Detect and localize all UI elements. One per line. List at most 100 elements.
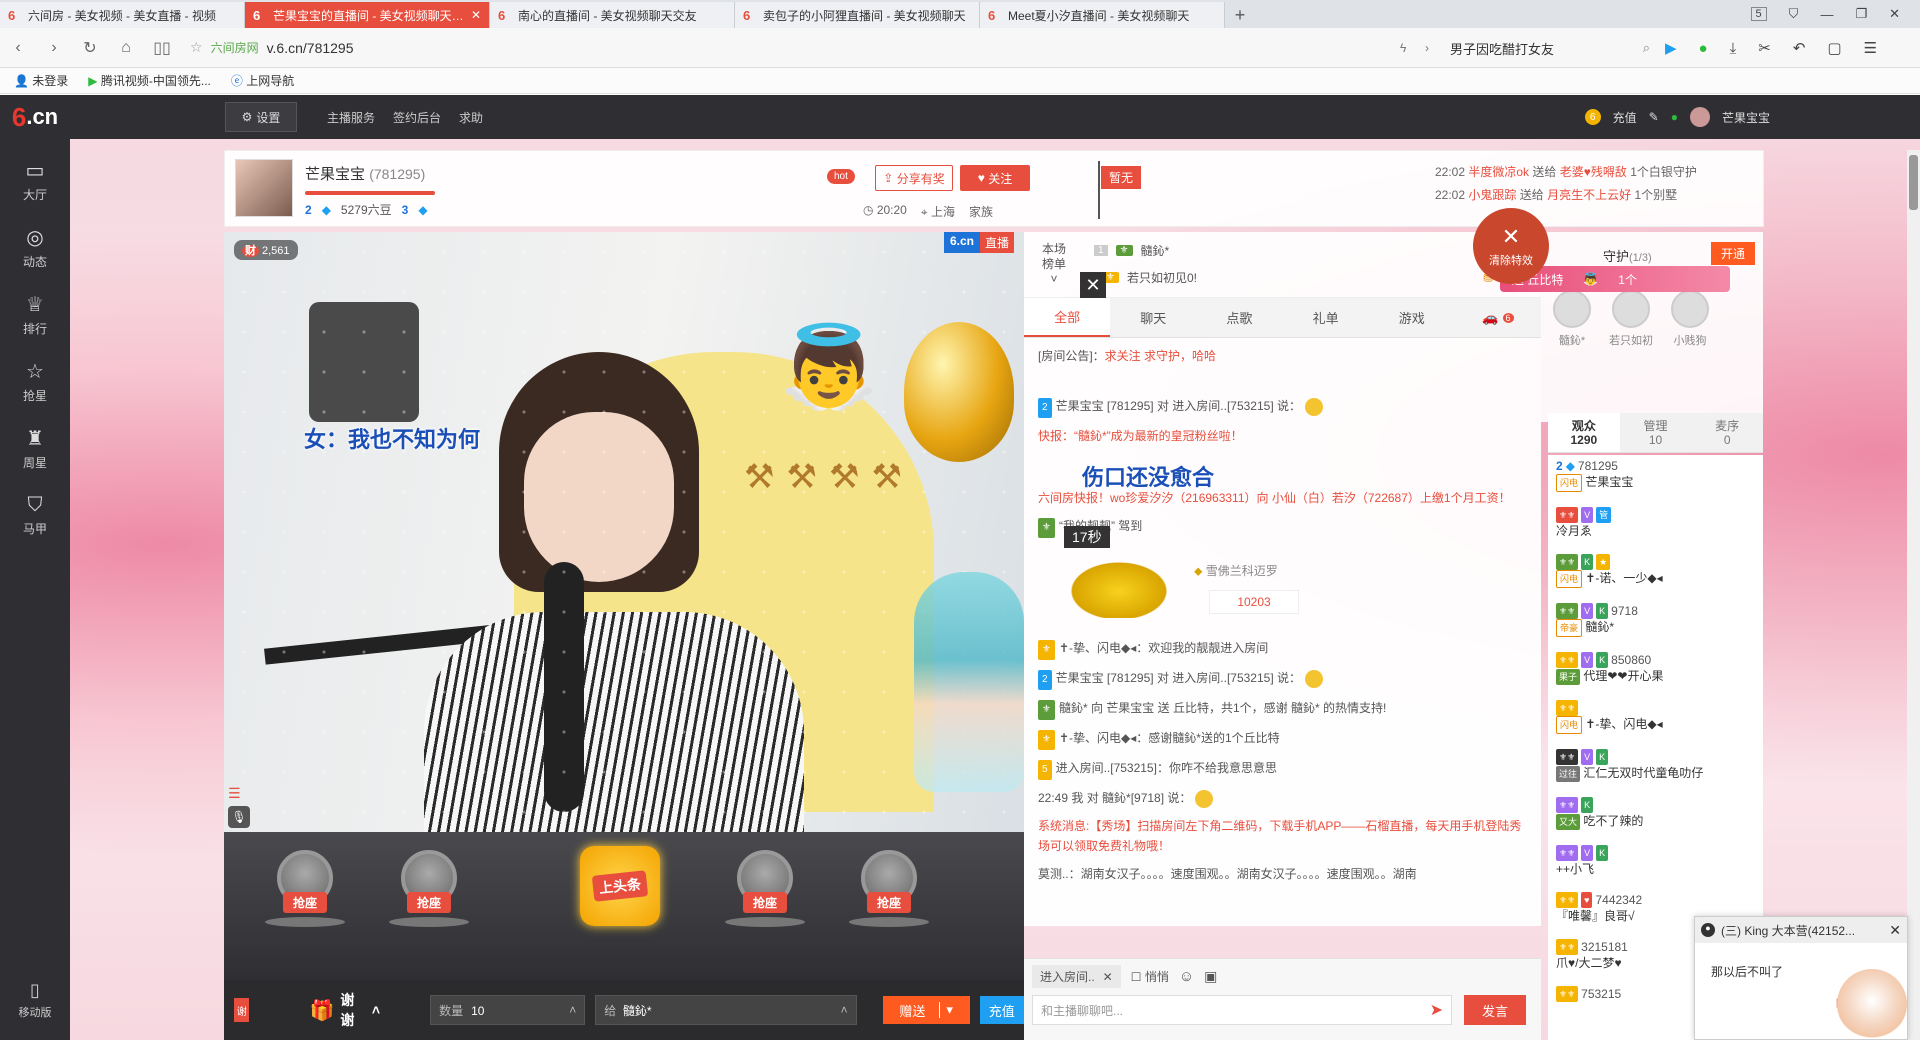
tab-count-badge[interactable]: 5 [1750,7,1767,21]
video-menu-icon[interactable]: ☰ [228,785,241,802]
restore-icon[interactable]: ❐ [1855,6,1867,22]
recipient-field[interactable]: 给 髓鈊* ˄ [595,995,857,1025]
sidebar-item-hall[interactable]: ▭ 大厅 [0,147,70,214]
tab-mic-queue[interactable]: 麦序 0 [1691,413,1763,452]
caret-down-icon[interactable]: ▾ [939,1002,953,1018]
tab-cars[interactable]: 🚗 6 [1455,298,1541,337]
browser-tab[interactable]: 6 南心的直播间 - 美女视频聊天交友 [490,2,735,28]
contract-link[interactable]: 签约后台 [393,109,441,126]
edit-icon[interactable]: ✎ [1649,110,1659,124]
lightning-icon[interactable]: ϟ [1400,41,1406,55]
send-plane-icon[interactable]: ➤ [1430,1000,1443,1020]
audience-user[interactable]: ⚜⚜ K ★ 闪电 ✝-诺、一少◆◂ [1548,551,1763,591]
browser-tab[interactable]: 6 Meet夏小汐直播间 - 美女视频聊天 [980,2,1225,28]
seat-slot[interactable]: 抢座 [384,850,474,940]
recharge-button[interactable]: 充值 [979,996,1024,1024]
clear-effects-button[interactable]: ✕ 清除特效 [1473,208,1549,284]
headline-button[interactable]: 上头条 [580,846,660,926]
minimize-icon[interactable]: — [1820,7,1833,22]
image-icon[interactable]: ▣ [1204,968,1217,985]
recharge-link[interactable]: 充值 [1613,109,1637,126]
menu-icon[interactable]: ☰ [1864,39,1877,57]
sidebar-item-rank[interactable]: ♕ 排行 [0,281,70,348]
home-icon[interactable]: ⌂ [108,39,144,57]
close-icon[interactable]: ✕ [1080,272,1106,298]
search-input[interactable]: 男子因吃醋打女友 ⌕ [1450,34,1650,62]
guard-user[interactable]: 若只如初 [1609,290,1653,348]
bookmark-item[interactable]: ⓔ 上网导航 [231,72,294,89]
tab-all[interactable]: 全部 [1024,298,1111,337]
audience-user[interactable]: ⚜⚜ V 管冷月ゑ [1548,504,1763,542]
open-guard-button[interactable]: 开通 [1710,242,1755,265]
search-icon[interactable]: ⌕ [1643,40,1650,56]
ranking-title[interactable]: 本场 榜单 ˅ [1042,242,1066,287]
anchor-avatar[interactable] [235,159,293,217]
sidebar-item-feed[interactable]: ◎ 动态 [0,214,70,281]
guard-user[interactable]: 小贱狗 [1671,290,1709,348]
mobile-version-link[interactable]: ▯ 移动版 [0,980,70,1020]
close-tab-icon[interactable]: ✕ [471,8,481,22]
browser-tab[interactable]: 6 六间房 - 美女视频 - 美女直播 - 视频 [0,2,245,28]
chevron-right-icon[interactable]: › [1425,41,1429,55]
audience-user[interactable]: ⚜⚜ K 又大 吃不了辣的 [1548,794,1763,833]
follow-button[interactable]: ♥ 关注 [960,165,1030,191]
site-logo[interactable]: 6 .cn [0,95,70,139]
audience-user[interactable]: ⚜⚜ V K ++小飞 [1548,842,1763,880]
audience-user[interactable]: ⚜⚜ 闪电 ✝-挚、闪电◆◂ [1548,697,1763,737]
bookmark-item[interactable]: 👤 未登录 [14,72,68,89]
forward-icon[interactable]: › [36,39,72,57]
close-icon[interactable]: ✕ [1103,970,1113,984]
guard-user[interactable]: 髓鈊* [1553,290,1591,348]
seat-slot[interactable]: 抢座 [260,850,350,940]
chat-notification-popup[interactable]: ●(三) King 大本营(42152...✕ 那以后不叫了 中 [1694,916,1908,1040]
browser-tab-active[interactable]: 6 芒果宝宝的直播间 - 美女视频聊天交友 ✕ [245,2,490,28]
sidebar-item-weekstar[interactable]: ♜ 周星 [0,415,70,482]
user-name[interactable]: 芒果宝宝 [1722,109,1770,126]
scissors-icon[interactable]: ✂ [1758,39,1771,57]
share-button[interactable]: ⇪ 分享有奖 [875,165,953,191]
url-field[interactable]: ☆ 六间房网 v.6.cn/781295 [190,34,1350,62]
anchor-service-link[interactable]: 主播服务 [327,109,375,126]
mic-toggle-icon[interactable]: 🎙 [228,806,250,828]
seat-slot[interactable]: 抢座 [720,850,810,940]
help-link[interactable]: 求助 [459,109,483,126]
target-chip[interactable]: 进入房间.. ✕ [1032,965,1121,988]
ranking-row[interactable]: 1 ⚜ 髓鈊* ⛃20600 [1094,242,1524,259]
whisper-checkbox[interactable]: ☐ 悄悄 [1131,968,1169,985]
page-scrollbar[interactable] [1907,150,1920,1040]
close-window-icon[interactable]: ✕ [1889,6,1900,22]
seat-slot[interactable]: 抢座 [844,850,934,940]
play-icon[interactable]: ▶ [1665,39,1677,57]
undo-icon[interactable]: ↶ [1793,39,1806,57]
sidebar-item-vest[interactable]: ⛉ 马甲 [0,482,70,549]
download-icon[interactable]: ⤓ [1730,40,1737,57]
post-button[interactable]: 发言 [1464,995,1526,1025]
tab-gifts[interactable]: 礼单 [1283,298,1369,337]
audience-user[interactable]: ⚜⚜ V K 过往 汇仁无双时代童龟叻仔 [1548,746,1763,785]
ranking-row[interactable]: ⚜ 若只如初见0! ⛃1350 [1094,269,1524,286]
avatar[interactable] [1689,107,1710,127]
tab-managers[interactable]: 管理 10 [1620,413,1692,452]
sidebar-item-star[interactable]: ☆ 抢星 [0,348,70,415]
emoji-picker-icon[interactable]: ☺ [1179,968,1194,985]
quantity-field[interactable]: 数量 10 ˄ [430,995,586,1025]
settings-button[interactable]: ⚙ 设置 [225,102,297,132]
reader-icon[interactable]: ▯▯ [144,38,180,58]
bookmark-item[interactable]: ▶ 腾讯视频-中国领先... [88,72,211,89]
wechat-icon[interactable]: ● [1699,40,1708,57]
collection-icon[interactable]: ⛉ [1789,6,1799,22]
refresh-icon[interactable]: ↻ [72,38,108,58]
bag-icon[interactable]: ▢ [1827,39,1841,57]
browser-tab[interactable]: 6 卖包子的小阿狸直播间 - 美女视频聊天 [735,2,980,28]
star-icon[interactable]: ☆ [190,39,203,56]
new-tab-button[interactable]: + [1225,2,1255,28]
audience-user[interactable]: ⚜⚜ V K 9718 帝豪 髓鈊* [1548,600,1763,640]
tab-chat[interactable]: 聊天 [1110,298,1196,337]
gift-select[interactable]: 🎁 谢谢 ˄ [309,990,380,1030]
audience-user[interactable]: 2 ◆ 781295 闪电 芒果宝宝 [1548,455,1763,495]
audience-user[interactable]: ⚜⚜ V K 850860 果子 代理❤❤开心果 [1548,649,1763,688]
live-video[interactable]: 👼 ⚒⚒⚒⚒ 女：我也不知为何 财 2,561 6.cn 直播 ☰ 🎙 [224,232,1024,832]
family-flag[interactable]: 暂无 [1101,166,1142,189]
tab-songs[interactable]: 点歌 [1196,298,1282,337]
close-icon[interactable]: ✕ [1889,922,1901,939]
